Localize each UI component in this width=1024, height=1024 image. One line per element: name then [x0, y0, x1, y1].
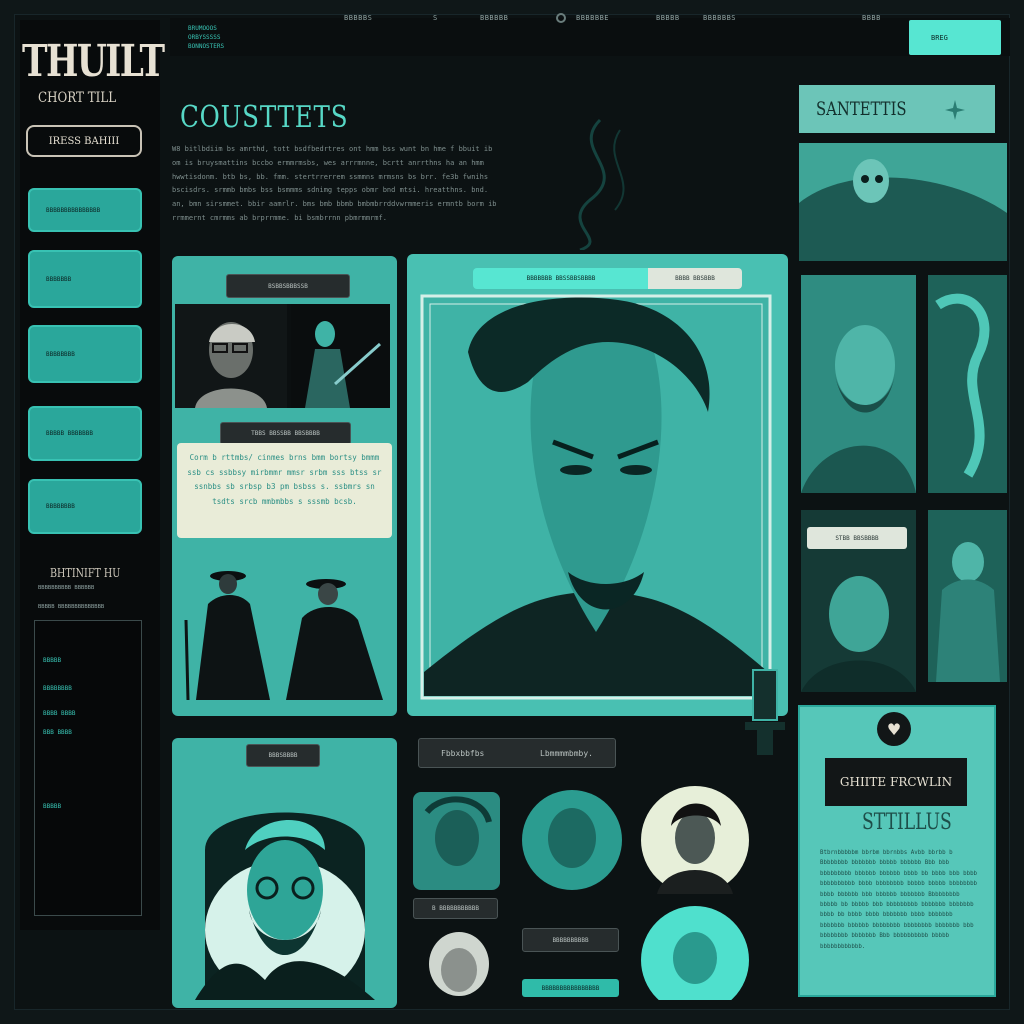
thumb-circle-2[interactable]: [641, 786, 749, 894]
card-header-chip[interactable]: BSBBSBBBSSB: [226, 274, 350, 298]
top-nav-stack-line: ORBYSSSSS: [188, 34, 221, 41]
stills-description: Btbrnbbbbbm bbrbm bbrnbbs Avbb bbrbb b B…: [820, 850, 978, 950]
sidebar-list-item[interactable]: BBBBB: [43, 657, 61, 664]
card-mid-chip[interactable]: TBBS BBSSBB BBSBBBB: [220, 422, 351, 445]
nav-item[interactable]: S: [433, 14, 438, 22]
nav-item[interactable]: BBBB: [862, 14, 881, 22]
right-section-title: SANTETTIS: [816, 98, 907, 120]
sidebar-list-item[interactable]: BBB BBBB: [43, 729, 72, 736]
sidebar-button-1[interactable]: BBBBBBBBBBBBBBB: [28, 188, 142, 232]
gallery-tile-3[interactable]: [928, 275, 1007, 493]
top-nav-stack: BRUMOOOS ORBYSSSSS BONNOSTERS: [188, 24, 224, 51]
tab-active[interactable]: BBBBBBB BBSSBBSBBBB: [473, 268, 649, 289]
mini-chip-3[interactable]: BBBBBBBBBBBBBBBB: [522, 979, 619, 997]
sidebar-list-item[interactable]: BBBBB: [43, 803, 61, 810]
top-nav-bar: BRUMOOOS ORBYSSSSS BONNOSTERS: [170, 18, 1010, 56]
app-logo[interactable]: THUILT: [22, 36, 165, 87]
decorative-smoke-illustration: [540, 110, 660, 250]
nav-item[interactable]: BBBBBS: [344, 14, 372, 22]
nav-radio-icon[interactable]: [556, 13, 566, 23]
sidebar-list-panel: BBBBB BBBBBBBB BBBB BBBB BBB BBBB BBBBB: [34, 620, 142, 916]
card-chip[interactable]: BBBSBBBB: [246, 744, 320, 767]
cta-button[interactable]: BREG: [909, 20, 1001, 55]
main-portrait-illustration[interactable]: [418, 292, 774, 702]
sidebar-button-5[interactable]: BBBBBBBB: [28, 479, 142, 534]
sidebar-caption-2: BBBBB BBBBBBBBBBBBBB: [38, 604, 105, 610]
bearded-portrait-illustration[interactable]: [185, 770, 385, 1000]
sidebar-button-2[interactable]: BBBBBBB: [28, 250, 142, 308]
top-nav-stack-line: BONNOSTERS: [188, 43, 225, 50]
stills-action-button[interactable]: GHIITE FRCWLIN: [825, 758, 967, 806]
hero-paragraph: W8 bitlbdiim bs amrthd, tott bsdfbedrtre…: [172, 145, 497, 222]
gallery-tile-2[interactable]: [801, 275, 916, 493]
nav-item[interactable]: BBBBB: [656, 14, 680, 22]
sidebar-caption-1: BBBBBBBBBB BBBBBB: [38, 585, 95, 591]
sparkle-icon: [945, 100, 965, 120]
filter-left[interactable]: Fbbxbbfbs: [441, 749, 484, 758]
gallery-tile-1[interactable]: [799, 143, 1007, 261]
sidebar-section-heading: BHTINIFT HU: [50, 566, 121, 580]
nav-item[interactable]: BBBBBBE: [576, 14, 609, 22]
tab-inactive[interactable]: BBBB BBSBBB: [648, 268, 742, 289]
portrait-thumbnails[interactable]: [175, 304, 390, 408]
mini-chip-2[interactable]: BBBBBBBBBB: [522, 928, 619, 952]
heart-icon[interactable]: ♥: [877, 712, 911, 746]
bottom-filter-bar[interactable]: Fbbxbbfbs Lbmmmmbmby.: [418, 738, 616, 768]
thumb-circle-3[interactable]: [641, 906, 749, 1000]
outline-button[interactable]: IRESS BAHIII: [26, 125, 142, 157]
thumb-tile-2[interactable]: [413, 922, 503, 1000]
thumb-tile-1[interactable]: [413, 792, 500, 890]
gallery-chip[interactable]: STBB BBSBBBB: [807, 527, 907, 549]
nav-item[interactable]: BBBBBB: [480, 14, 508, 22]
sidebar-list-item[interactable]: BBBB BBBB: [43, 710, 76, 717]
app-logo-subtitle: CHORT TILL: [38, 90, 117, 106]
nav-item[interactable]: BBBBBBS: [703, 14, 736, 22]
sidebar-list-item[interactable]: BBBBBBBB: [43, 685, 72, 692]
gallery-tile-5[interactable]: [928, 510, 1007, 682]
stills-title: STTILLUS: [862, 810, 952, 835]
filter-right[interactable]: Lbmmmmbmby.: [540, 749, 593, 758]
lantern-illustration: [735, 660, 795, 755]
sidebar-button-4[interactable]: BBBBB BBBBBBB: [28, 406, 142, 461]
page-title: COUSTTETS: [180, 100, 349, 135]
quote-box: Corm b rttmbs/ cinmes brns bmm bortsy bm…: [177, 443, 392, 538]
mini-chip-1[interactable]: B BBBBBBBBBBB: [413, 898, 498, 919]
top-nav-stack-line: BRUMOOOS: [188, 25, 217, 32]
sidebar-button-3[interactable]: BBBBBBBB: [28, 325, 142, 383]
cloaked-figures-illustration: [178, 560, 390, 700]
thumb-circle-1[interactable]: [522, 790, 622, 890]
